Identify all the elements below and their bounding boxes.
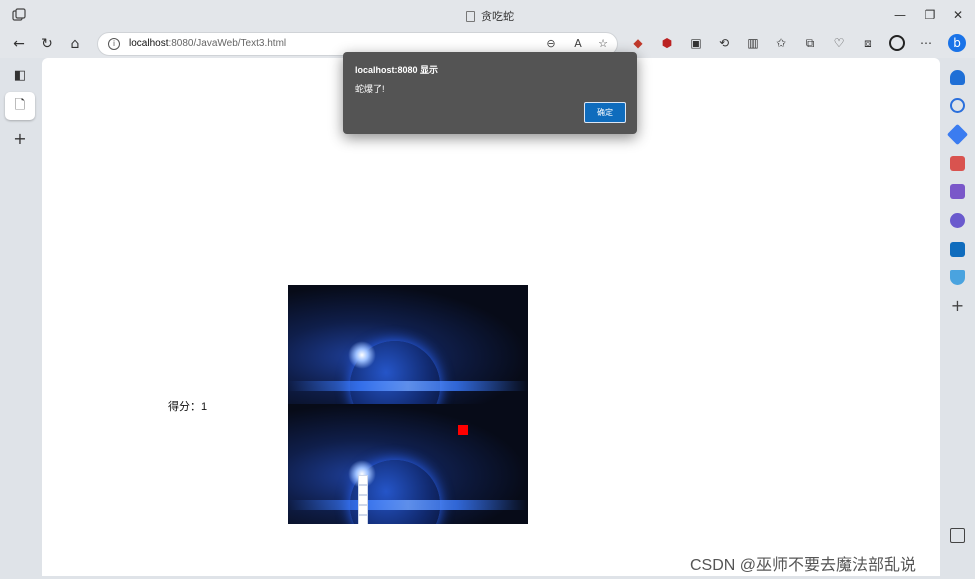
snake-segment: [358, 505, 368, 515]
add-sidebar-app-icon[interactable]: +: [950, 298, 965, 314]
adblock-extension-icon[interactable]: ⬢: [659, 35, 675, 51]
alert-dialog: localhost:8080 显示 蛇爆了! 确定: [343, 52, 637, 134]
site-info-icon[interactable]: i: [108, 38, 120, 50]
profile-avatar-icon[interactable]: [889, 35, 905, 51]
collections-icon[interactable]: ⧉: [802, 35, 818, 51]
page-icon: [466, 10, 475, 22]
home-icon[interactable]: ⌂: [65, 34, 85, 54]
dialog-title: localhost:8080 显示: [355, 65, 439, 75]
new-tab-icon[interactable]: +: [5, 125, 35, 153]
snake-segment: [358, 485, 368, 495]
close-icon[interactable]: ✕: [946, 5, 970, 25]
board-background-bottom: [288, 404, 528, 524]
edge-sidebar: +: [940, 58, 975, 579]
refresh-icon[interactable]: ↻: [37, 34, 57, 54]
score-value: 1: [201, 401, 208, 413]
games-icon[interactable]: [950, 184, 965, 199]
tab-title[interactable]: 贪吃蛇: [466, 8, 514, 24]
workspaces-icon[interactable]: [12, 8, 26, 22]
browser-essentials-icon[interactable]: ♡: [831, 35, 847, 51]
copilot-icon[interactable]: b: [948, 34, 966, 52]
read-aloud-icon[interactable]: A: [570, 36, 586, 52]
csdn-watermark: CSDN @巫师不要去魔法部乱说: [690, 557, 917, 574]
dialog-message: 蛇爆了!: [355, 84, 385, 94]
title-bar: 贪吃蛇 — ❐ ✕: [0, 0, 975, 30]
tab-current-page[interactable]: 🗋: [5, 92, 35, 120]
sidebar-settings-icon[interactable]: [950, 528, 965, 543]
search-icon[interactable]: [950, 98, 965, 113]
horizon-glow: [288, 500, 528, 510]
page-icon: 🗋: [14, 98, 26, 113]
light-flare: [348, 341, 376, 369]
favorites-icon[interactable]: ✩: [773, 35, 789, 51]
screenshot-icon[interactable]: ⧈: [860, 35, 876, 51]
page-content: 得分：1: [42, 58, 940, 576]
shopping-extension-icon[interactable]: ▣: [688, 35, 704, 51]
tools-briefcase-icon[interactable]: [950, 156, 965, 171]
restore-icon[interactable]: ❐: [918, 5, 942, 25]
snake-game-board[interactable]: [288, 285, 528, 524]
tab-title-text: 贪吃蛇: [481, 11, 514, 23]
split-screen-icon[interactable]: ▥: [745, 35, 761, 51]
back-icon[interactable]: ←: [9, 34, 29, 54]
favorite-star-icon[interactable]: ☆: [595, 36, 611, 52]
score-label: 得分：: [168, 401, 201, 413]
office-icon[interactable]: [950, 213, 965, 228]
score-display: 得分：1: [168, 398, 207, 414]
board-background-top: [288, 285, 528, 405]
minimize-icon[interactable]: —: [888, 5, 912, 25]
shopping-tag-icon[interactable]: [946, 123, 969, 146]
snake-segment: [358, 515, 368, 524]
url-host: localhost: [129, 38, 169, 49]
tab-actions-icon[interactable]: ◧: [5, 62, 35, 90]
url-text[interactable]: localhost:8080/JavaWeb/Text3.html: [129, 38, 286, 49]
extension-icon[interactable]: ◆: [630, 35, 646, 51]
food-pellet: [458, 425, 468, 435]
ok-button[interactable]: 确定: [584, 102, 626, 123]
vertical-tabs-bar: ◧ 🗋 +: [0, 58, 42, 579]
snake-segment: [358, 495, 368, 505]
more-options-icon[interactable]: ⋯: [918, 35, 934, 51]
outlook-icon[interactable]: [950, 242, 965, 257]
notification-bell-icon[interactable]: [950, 70, 965, 85]
url-path: :8080/JavaWeb/Text3.html: [168, 38, 287, 49]
snake-head: [358, 475, 368, 485]
zoom-icon[interactable]: ⊖: [543, 36, 559, 52]
drop-icon[interactable]: [950, 270, 965, 285]
extensions-puzzle-icon[interactable]: ⟲: [716, 35, 732, 51]
horizon-glow: [288, 381, 528, 391]
